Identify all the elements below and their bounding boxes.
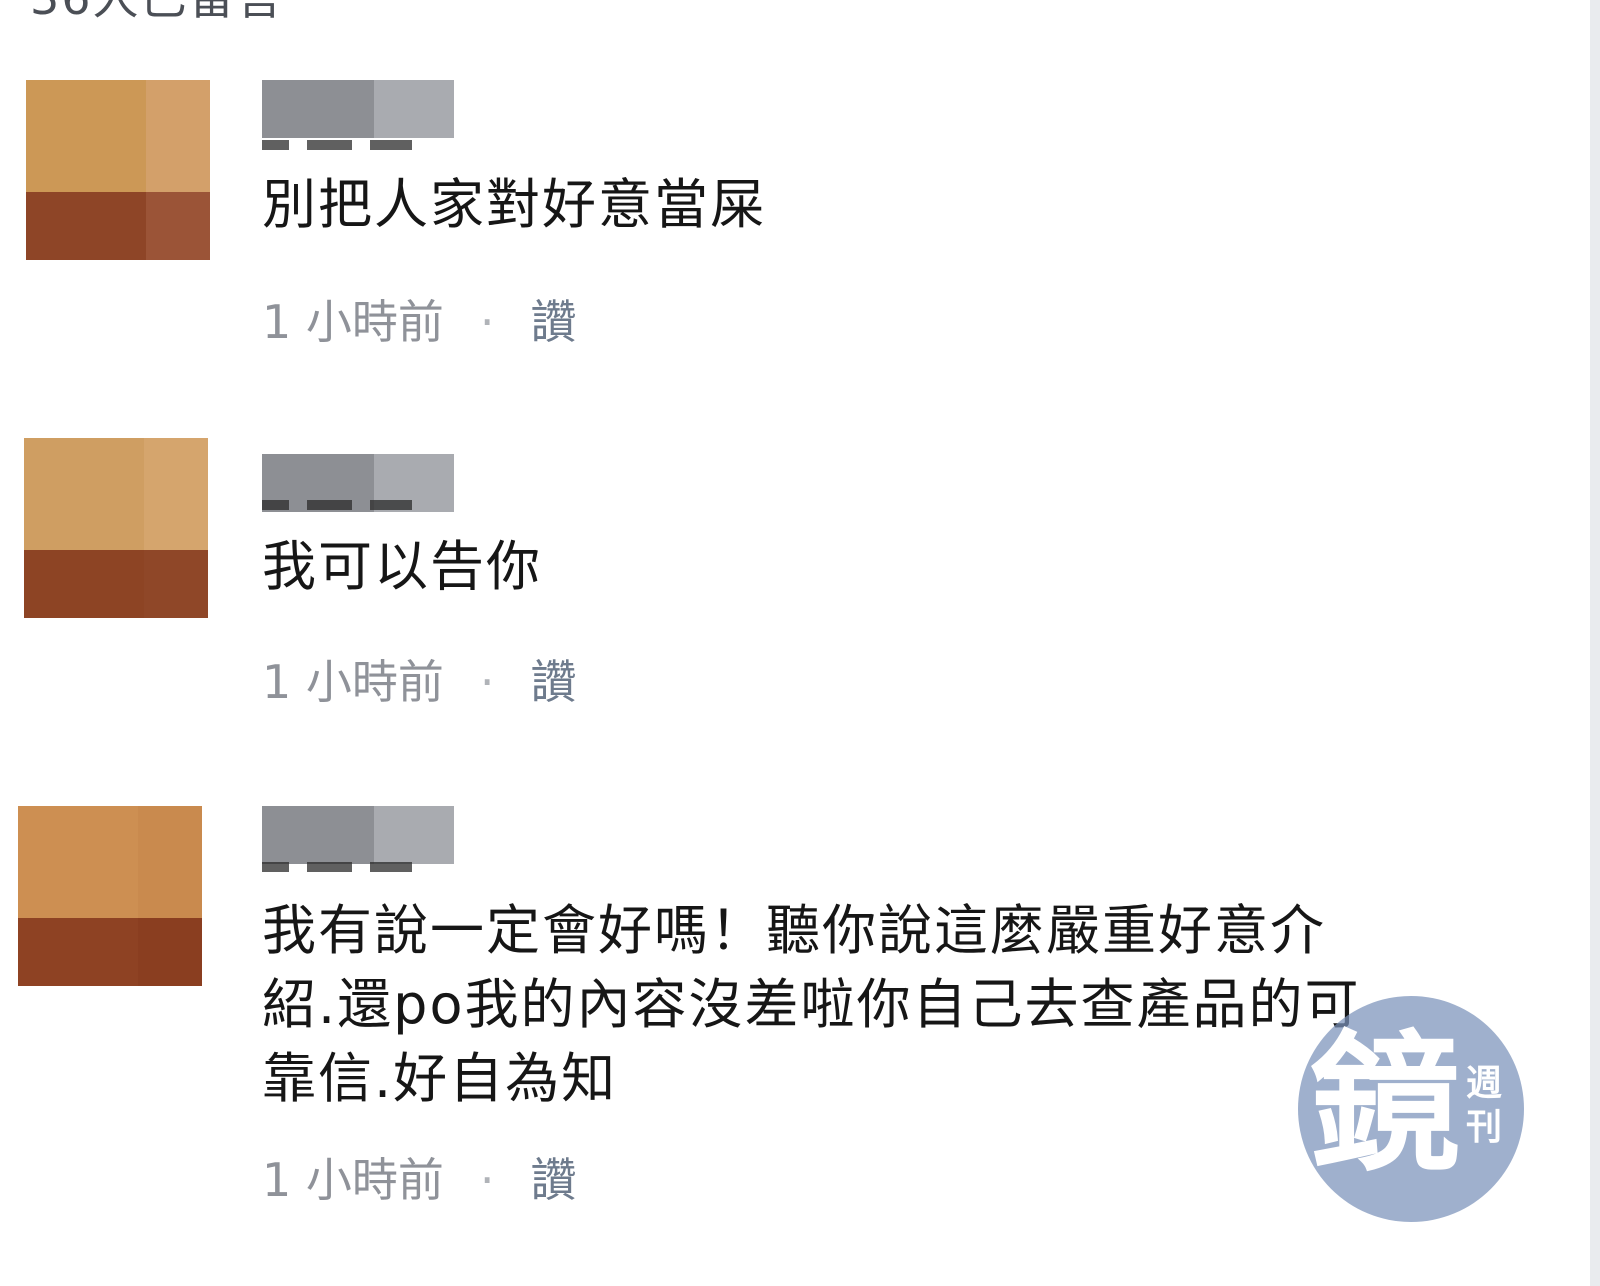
comment-timestamp[interactable]: 1 小時前 (262, 655, 444, 709)
mirror-media-watermark-logo: 鏡 週刊 (1298, 996, 1524, 1222)
avatar[interactable] (26, 80, 210, 260)
comment-text: 別把人家對好意當屎 (262, 173, 766, 236)
comment-timestamp[interactable]: 1 小時前 (262, 1153, 444, 1207)
commenter-name-blurred[interactable] (262, 80, 454, 138)
comment-text: 我有說一定會好嗎！聽你說這麼嚴重好意介 紹.還po我的內容沒差啦你自己去查產品的… (262, 899, 1361, 1110)
commenter-name-blurred[interactable] (262, 806, 454, 864)
separator-dot: · (479, 1153, 495, 1207)
watermark-main-glyph: 鏡 (1310, 1018, 1461, 1192)
name-fragment (262, 140, 412, 150)
name-fragment (262, 500, 412, 510)
comment-meta: 1 小時前 · 讚 (262, 646, 577, 712)
avatar[interactable] (18, 806, 202, 986)
like-button[interactable]: 讚 (531, 655, 577, 709)
name-fragment (262, 862, 412, 872)
comment-timestamp[interactable]: 1 小時前 (262, 295, 444, 349)
comment-meta: 1 小時前 · 讚 (262, 286, 577, 352)
like-button[interactable]: 讚 (531, 295, 577, 349)
avatar[interactable] (24, 438, 208, 618)
separator-dot: · (479, 655, 495, 709)
comment-meta: 1 小時前 · 讚 (262, 1144, 577, 1210)
comment-text: 我可以告你 (262, 535, 542, 598)
watermark-side-text: 週刊 (1466, 1063, 1503, 1148)
like-button[interactable]: 讚 (531, 1153, 577, 1207)
comment-panel: 36人已留言 別把人家對好意當屎 1 小時前 · 讚 我可以告你 (0, 0, 1600, 1286)
reply-count-header: 36人已留言 (30, 0, 285, 28)
separator-dot: · (479, 295, 495, 349)
